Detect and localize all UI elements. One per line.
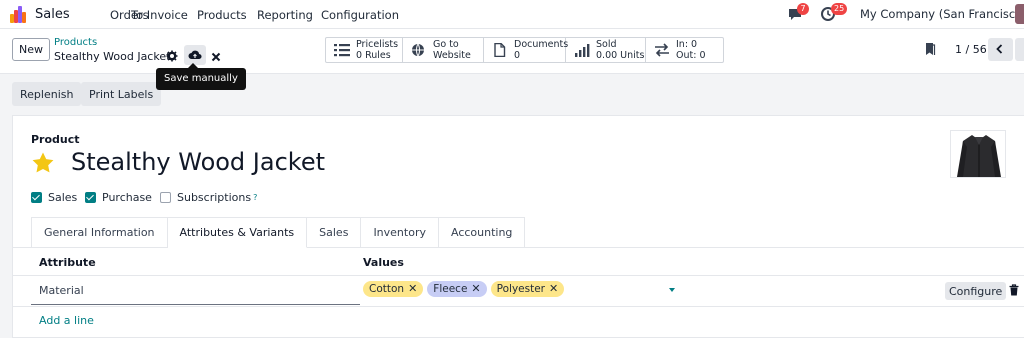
tab-general-information[interactable]: General Information: [31, 217, 168, 248]
sold-label: Sold: [596, 39, 617, 50]
sold-button[interactable]: Sold 0.00 Units: [566, 38, 646, 62]
go-to-label: Go to: [433, 39, 459, 50]
help-tooltip-icon[interactable]: ?: [253, 193, 257, 202]
control-panel: New Products Stealthy Wood Jacket Pricel…: [0, 29, 1024, 74]
pager-next-button[interactable]: [1015, 38, 1024, 61]
out-value: Out: 0: [676, 50, 706, 61]
dropdown-caret-icon[interactable]: [669, 288, 675, 292]
save-manually-button[interactable]: [184, 45, 206, 65]
new-button[interactable]: New: [12, 38, 50, 61]
gear-icon[interactable]: [166, 50, 178, 62]
smart-buttons: Pricelists 0 Rules Go to Website Documents…: [325, 37, 724, 63]
tag-polyester[interactable]: Polyester ✕: [490, 281, 565, 297]
in-out-button[interactable]: In: 0 Out: 0: [646, 38, 723, 62]
app-name[interactable]: Sales: [35, 7, 70, 22]
tag-fleece[interactable]: Fleece ✕: [427, 281, 487, 297]
breadcrumb-parent[interactable]: Products: [54, 37, 97, 48]
activities-badge: 25: [831, 3, 848, 15]
menu-configuration[interactable]: Configuration: [321, 8, 399, 22]
bar-chart-icon: [575, 44, 590, 57]
avatar[interactable]: [1015, 4, 1024, 24]
product-name[interactable]: Stealthy Wood Jacket: [71, 148, 325, 176]
list-icon: [334, 44, 350, 57]
pager-previous-button[interactable]: [988, 38, 1013, 61]
print-labels-button[interactable]: Print Labels: [81, 82, 162, 106]
header-divider: [13, 275, 1024, 276]
discard-icon[interactable]: [211, 52, 221, 62]
go-to-website-button[interactable]: Go to Website: [403, 38, 484, 62]
globe-icon: [412, 43, 424, 57]
sold-value: 0.00 Units: [596, 50, 645, 61]
transfer-arrows-icon: [655, 43, 669, 57]
menu-products[interactable]: Products: [197, 8, 247, 22]
pricelists-value: 0 Rules: [356, 50, 391, 61]
remove-tag-icon[interactable]: ✕: [471, 282, 480, 295]
chevron-left-icon: [996, 44, 1003, 54]
column-header-values[interactable]: Values: [363, 256, 404, 269]
top-navbar: Sales Orders To Invoice Products Reporti…: [0, 0, 1024, 29]
purchase-checkbox-box[interactable]: [85, 192, 96, 203]
pricelists-button[interactable]: Pricelists 0 Rules: [326, 38, 403, 62]
tag-label: Cotton: [369, 283, 405, 295]
replenish-button[interactable]: Replenish: [12, 82, 82, 106]
sales-app-icon[interactable]: [10, 6, 27, 23]
product-image[interactable]: [950, 130, 1006, 178]
menu-reporting[interactable]: Reporting: [257, 8, 313, 22]
row-divider: [13, 306, 1024, 307]
purchase-checkbox-label: Purchase: [102, 191, 152, 204]
tab-accounting[interactable]: Accounting: [438, 217, 526, 248]
messages-badge: 7: [797, 3, 809, 15]
pager-value[interactable]: 1 / 56: [955, 43, 987, 56]
attribute-cell[interactable]: Material: [39, 284, 84, 297]
tab-attributes-variants[interactable]: Attributes & Variants: [167, 217, 308, 248]
values-tags[interactable]: Cotton ✕ Fleece ✕ Polyester ✕: [363, 281, 565, 297]
jacket-image: [951, 131, 1005, 177]
documents-value: 0: [514, 50, 521, 61]
pricelists-label: Pricelists: [356, 39, 399, 50]
add-line-link[interactable]: Add a line: [39, 314, 94, 327]
sales-checkbox-box[interactable]: [31, 192, 42, 203]
form-sheet: Product Stealthy Wood Jacket Sales Purch…: [12, 115, 1024, 338]
in-value: In: 0: [676, 39, 698, 50]
attribute-field-underline: [31, 304, 360, 305]
product-label: Product: [31, 133, 80, 146]
tag-label: Fleece: [433, 283, 468, 295]
trash-icon[interactable]: [1009, 284, 1019, 296]
sales-checkbox[interactable]: Sales: [31, 191, 77, 204]
company-switcher[interactable]: My Company (San Francisco): [860, 7, 1024, 21]
configure-button[interactable]: Configure: [945, 282, 1007, 300]
breadcrumb-current: Stealthy Wood Jacket: [54, 50, 171, 63]
sales-checkbox-label: Sales: [48, 191, 78, 204]
website-label: Website: [433, 50, 471, 61]
save-tooltip: Save manually: [156, 63, 246, 90]
menu-to-invoice[interactable]: To Invoice: [131, 8, 188, 22]
form-tabs: General Information Attributes & Variant…: [31, 217, 526, 248]
tab-inventory[interactable]: Inventory: [361, 217, 439, 248]
subscriptions-checkbox[interactable]: Subscriptions ?: [160, 191, 257, 204]
column-header-attribute[interactable]: Attribute: [39, 256, 96, 269]
tag-cotton[interactable]: Cotton ✕: [363, 281, 424, 297]
subscriptions-checkbox-label: Subscriptions: [177, 191, 252, 204]
tag-label: Polyester: [496, 283, 545, 295]
documents-button[interactable]: Documents 0: [484, 38, 569, 62]
remove-tag-icon[interactable]: ✕: [408, 282, 417, 295]
subscriptions-checkbox-box[interactable]: [160, 192, 171, 203]
document-icon: [494, 43, 506, 57]
purchase-checkbox[interactable]: Purchase: [85, 191, 152, 204]
cloud-upload-icon: [188, 50, 202, 60]
documents-label: Documents: [514, 39, 569, 50]
bookmark-icon[interactable]: [924, 42, 936, 56]
tab-sales[interactable]: Sales: [307, 217, 362, 248]
remove-tag-icon[interactable]: ✕: [549, 282, 558, 295]
favorite-star-icon[interactable]: [31, 151, 55, 175]
